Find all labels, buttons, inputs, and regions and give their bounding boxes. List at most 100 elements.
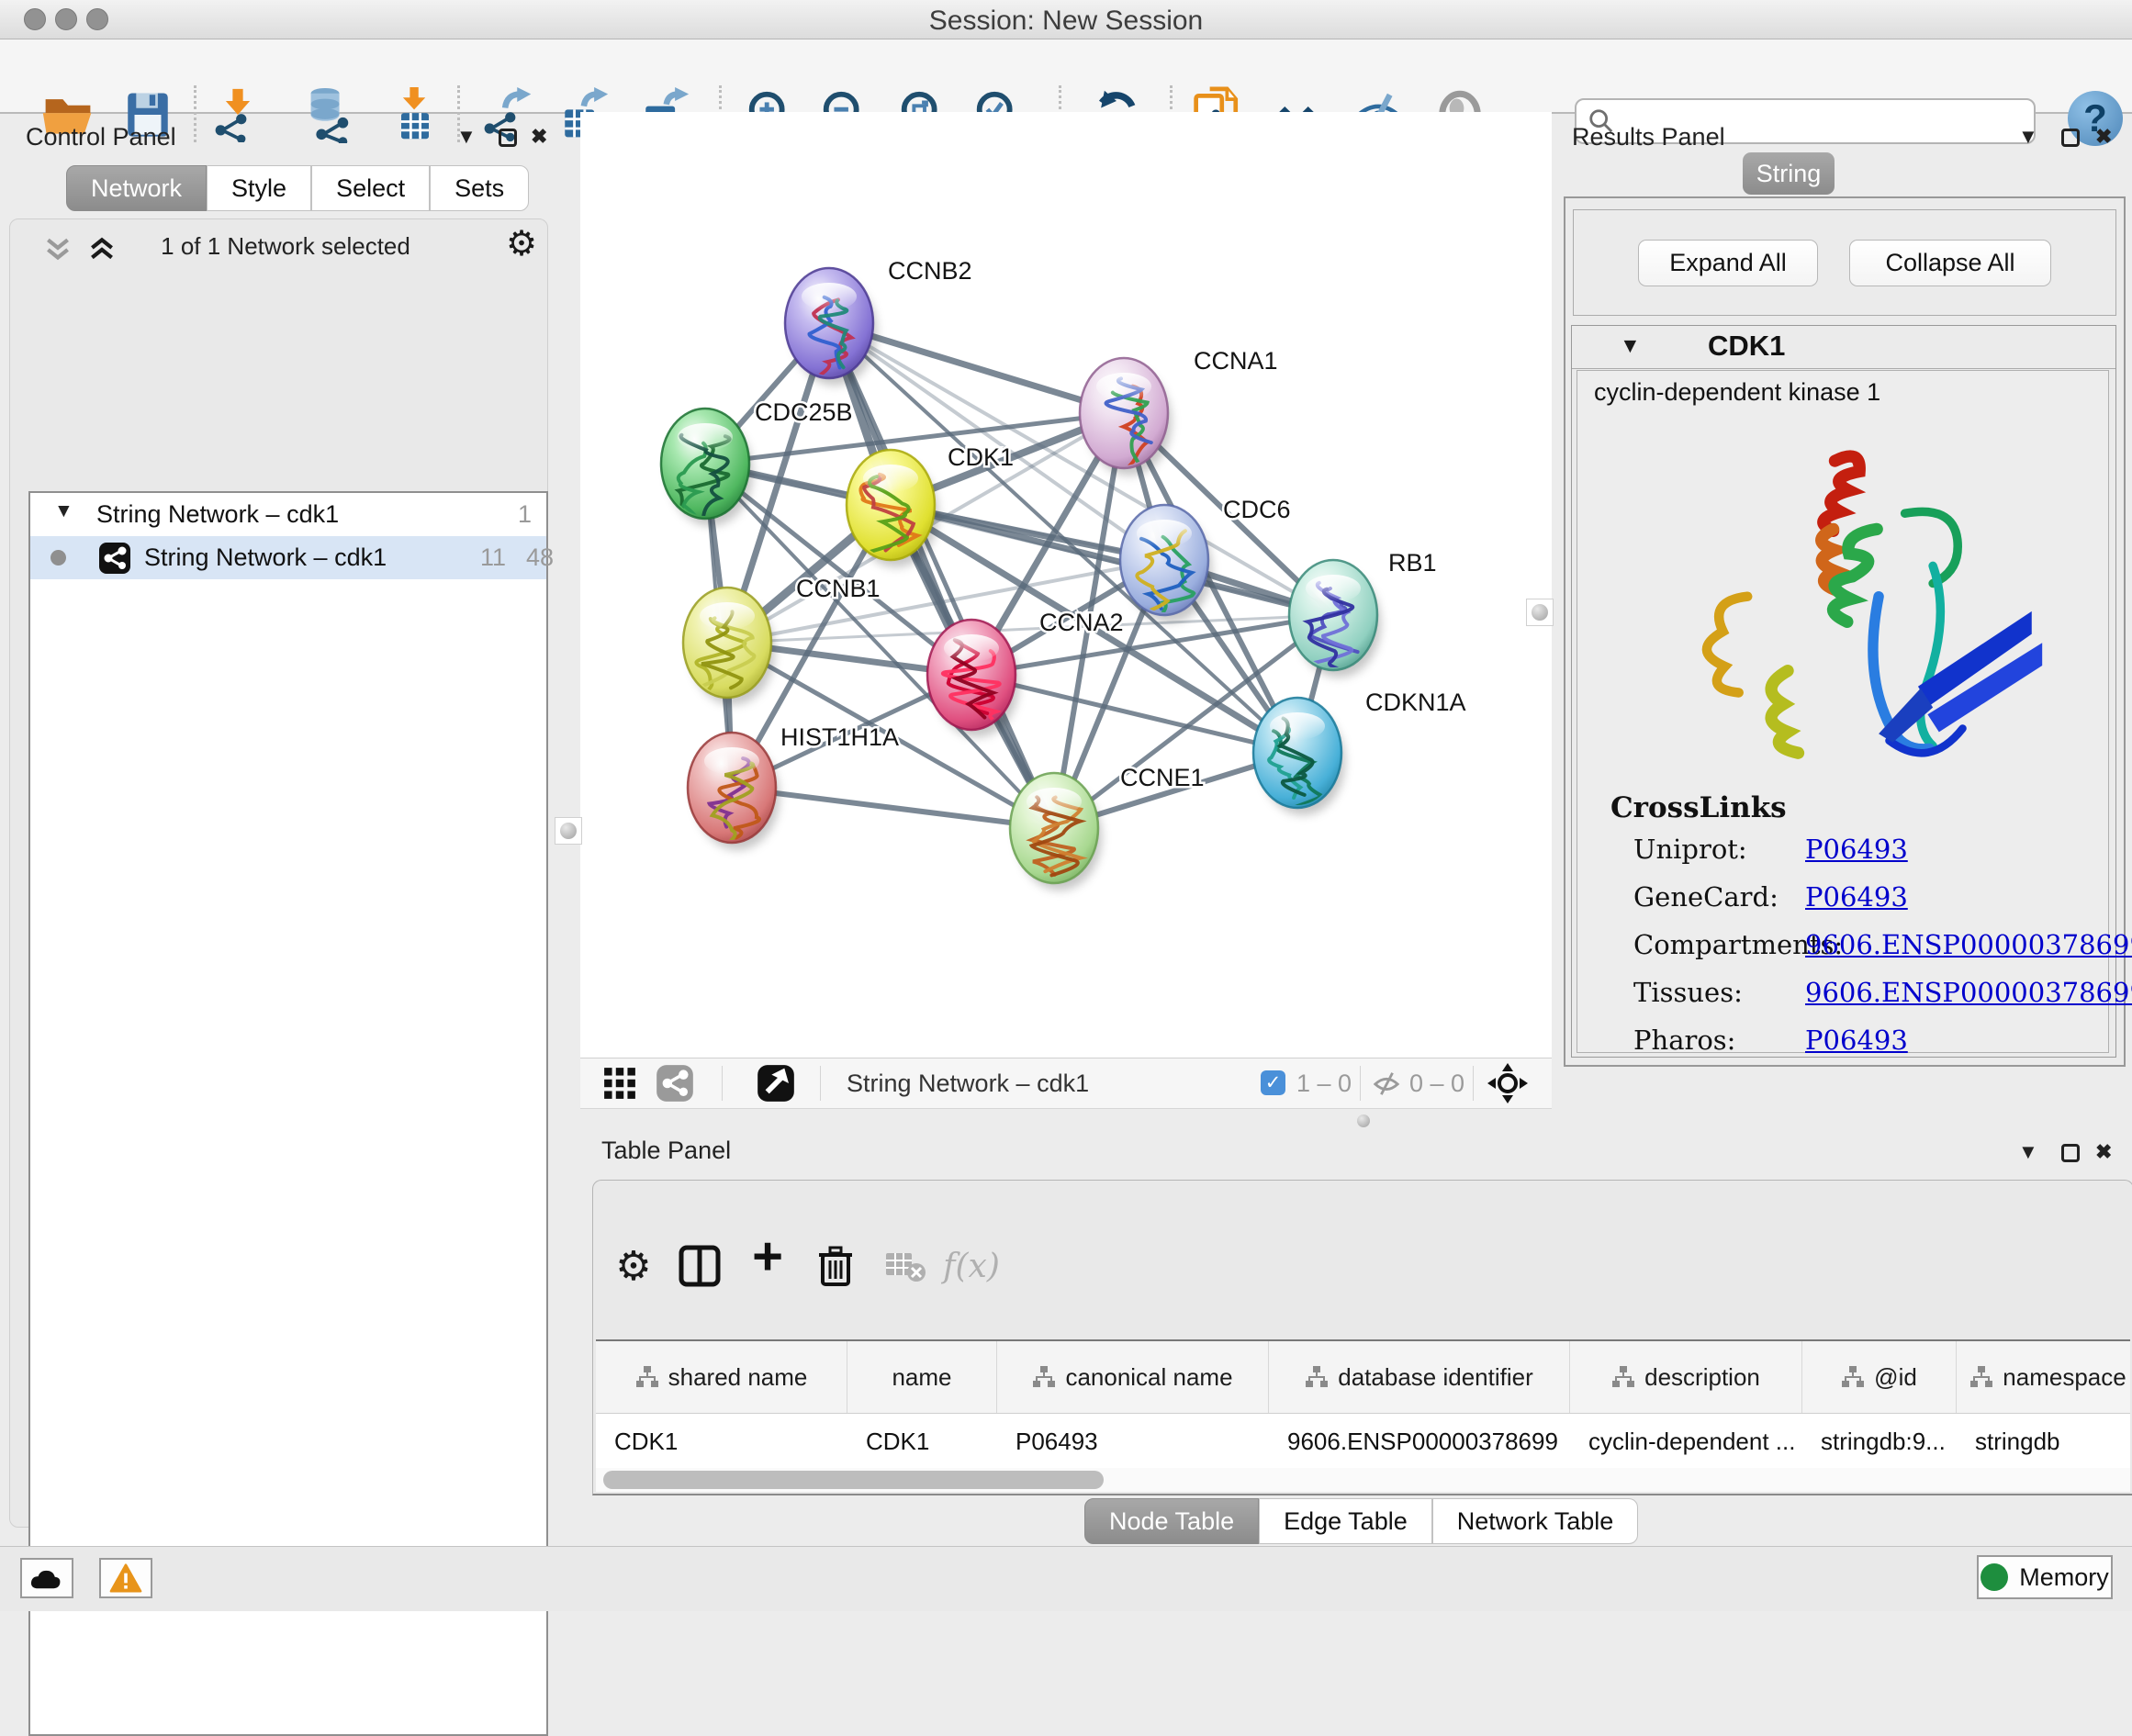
edge-HIST1H1A-CCNE1[interactable]: [732, 788, 1054, 828]
tab-network-table[interactable]: Network Table: [1432, 1498, 1639, 1544]
column-visibility-icon[interactable]: [674, 1240, 725, 1292]
node-label-CCNA2: CCNA2: [1039, 609, 1124, 636]
column-header--id[interactable]: @id: [1802, 1341, 1957, 1413]
column-label: canonical name: [1065, 1363, 1232, 1392]
function-builder-icon: f(x): [946, 1240, 997, 1292]
node-label-CDC25B: CDC25B: [755, 398, 853, 426]
birdseye-view-icon[interactable]: [757, 1064, 795, 1103]
network-row-selected[interactable]: String Network – cdk1 11 48: [30, 536, 546, 579]
tab-select[interactable]: Select: [311, 165, 430, 211]
cell-canonical-name[interactable]: P06493: [997, 1414, 1269, 1469]
collapse-all-button[interactable]: Collapse All: [1849, 240, 2051, 286]
collapse-all-networks-icon[interactable]: [41, 234, 74, 265]
memory-button[interactable]: Memory: [1977, 1555, 2113, 1599]
network-node-CCNE1[interactable]: [1010, 773, 1102, 890]
crosslink-row: GeneCard:P06493: [1577, 881, 2110, 929]
network-canvas[interactable]: CCNB2CCNA1CDC25BCDC6RB1CCNB1CDK1CCNA2CDK…: [580, 112, 1552, 1058]
column-header-shared-name[interactable]: shared name: [596, 1341, 847, 1413]
column-label: namespace: [2003, 1363, 2126, 1392]
gene-name: CDK1: [1708, 330, 1785, 363]
cell-namespace[interactable]: stringdb: [1957, 1414, 2132, 1469]
cell-shared-name[interactable]: CDK1: [596, 1414, 847, 1469]
tab-style[interactable]: Style: [207, 165, 311, 211]
scrollbar-thumb[interactable]: [603, 1471, 1104, 1489]
column-header-database-identifier[interactable]: database identifier: [1269, 1341, 1570, 1413]
cloud-button[interactable]: [20, 1558, 73, 1598]
import-network-file-icon[interactable]: [209, 85, 266, 144]
table-horizontal-scrollbar[interactable]: [596, 1468, 2130, 1492]
column-header-canonical-name[interactable]: canonical name: [997, 1341, 1269, 1413]
crosslink-value-link[interactable]: P06493: [1805, 1025, 1908, 1056]
node-label-RB1: RB1: [1388, 549, 1437, 577]
network-label: String Network – cdk1: [144, 543, 387, 572]
node-label-CDKN1A: CDKN1A: [1365, 689, 1466, 716]
network-node-CDK1[interactable]: [847, 450, 938, 567]
grid-view-icon[interactable]: [602, 1066, 637, 1101]
share-network-icon[interactable]: [656, 1064, 694, 1103]
main-toolbar: ?: [0, 39, 2132, 114]
column-header-description[interactable]: description: [1570, 1341, 1802, 1413]
tab-node-table[interactable]: Node Table: [1084, 1498, 1259, 1544]
crosslink-label: Tissues:: [1633, 977, 1743, 1008]
network-collection-row[interactable]: ▼ String Network – cdk1 1: [30, 493, 546, 536]
hierarchy-icon: [1032, 1365, 1056, 1389]
network-node-CDKN1A[interactable]: [1253, 698, 1345, 815]
tab-network[interactable]: Network: [66, 165, 207, 211]
network-options-gear-icon[interactable]: ⚙: [506, 223, 537, 264]
results-panel-float-icon[interactable]: ▼: [2018, 125, 2038, 149]
crosslink-value-link[interactable]: P06493: [1805, 834, 1908, 865]
hidden-eye-icon: [1372, 1070, 1401, 1097]
import-table-icon[interactable]: [387, 85, 443, 144]
column-header-namespace[interactable]: namespace: [1957, 1341, 2132, 1413]
results-panel-card: Expand All Collapse All ▼ CDK1 cyclin-de…: [1564, 196, 2126, 1067]
results-panel-maximize-icon[interactable]: [2061, 129, 2080, 147]
bottom-splitter-handle[interactable]: [1352, 1113, 1375, 1129]
table-row[interactable]: CDK1CDK1P064939606.ENSP00000378699cyclin…: [596, 1414, 2130, 1469]
delete-column-icon[interactable]: [810, 1240, 861, 1292]
network-node-CCNA1[interactable]: [1080, 358, 1172, 476]
network-node-CCNA2[interactable]: [927, 620, 1019, 737]
network-node-RB1[interactable]: [1289, 560, 1381, 678]
control-panel-maximize-icon[interactable]: [499, 129, 517, 147]
node-label-HIST1H1A: HIST1H1A: [780, 723, 899, 751]
table-gear-icon[interactable]: ⚙: [608, 1240, 659, 1292]
expand-all-networks-icon[interactable]: [85, 234, 118, 265]
add-column-icon[interactable]: +: [742, 1230, 793, 1282]
results-panel-close-icon[interactable]: ✖: [2095, 125, 2112, 149]
collection-count: 1: [518, 500, 532, 529]
cell-description[interactable]: cyclin-dependent ...: [1570, 1414, 1802, 1469]
cell-name[interactable]: CDK1: [847, 1414, 997, 1469]
import-network-database-icon[interactable]: [298, 85, 355, 144]
control-panel-close-icon[interactable]: ✖: [531, 125, 547, 149]
results-tab-string[interactable]: String: [1743, 152, 1835, 195]
tab-sets[interactable]: Sets: [430, 165, 529, 211]
column-header-name[interactable]: name: [847, 1341, 997, 1413]
table-panel-float-icon[interactable]: ▼: [2018, 1140, 2038, 1164]
right-splitter-handle[interactable]: [1526, 599, 1554, 626]
expand-all-button[interactable]: Expand All: [1638, 240, 1818, 286]
network-node-CCNB2[interactable]: [785, 268, 877, 386]
table-panel-close-icon[interactable]: ✖: [2095, 1140, 2112, 1164]
network-selection-status: 1 of 1 Network selected: [120, 232, 451, 261]
selected-nodes-checkbox[interactable]: ✓: [1261, 1070, 1285, 1095]
control-panel-float-icon[interactable]: ▼: [456, 125, 477, 149]
hidden-counts: 0 – 0: [1409, 1070, 1464, 1098]
table-panel-maximize-icon[interactable]: [2061, 1144, 2080, 1162]
cell-database-identifier[interactable]: 9606.ENSP00000378699: [1269, 1414, 1570, 1469]
crosslink-value-link[interactable]: 9606.ENSP00000378699: [1805, 977, 2132, 1008]
network-node-HIST1H1A[interactable]: [688, 733, 780, 850]
cell--id[interactable]: stringdb:9...: [1802, 1414, 1957, 1469]
warnings-button[interactable]: [99, 1558, 152, 1598]
network-status-dot: [50, 550, 66, 566]
string-app-icon: [98, 542, 131, 575]
crosslink-value-link[interactable]: P06493: [1805, 881, 1908, 913]
tree-expand-icon[interactable]: ▼: [54, 500, 73, 522]
fit-content-icon[interactable]: [1487, 1063, 1528, 1103]
memory-status-dot: [1981, 1563, 2008, 1591]
gene-collapse-icon[interactable]: ▼: [1620, 333, 1641, 358]
network-graph[interactable]: CCNB2CCNA1CDC25BCDC6RB1CCNB1CDK1CCNA2CDK…: [580, 112, 1552, 1058]
crosslink-value-link[interactable]: 9606.ENSP00000378699: [1805, 929, 2132, 960]
tab-edge-table[interactable]: Edge Table: [1259, 1498, 1432, 1544]
network-node-CCNB1[interactable]: [683, 588, 775, 705]
left-splitter-handle[interactable]: [555, 817, 582, 845]
